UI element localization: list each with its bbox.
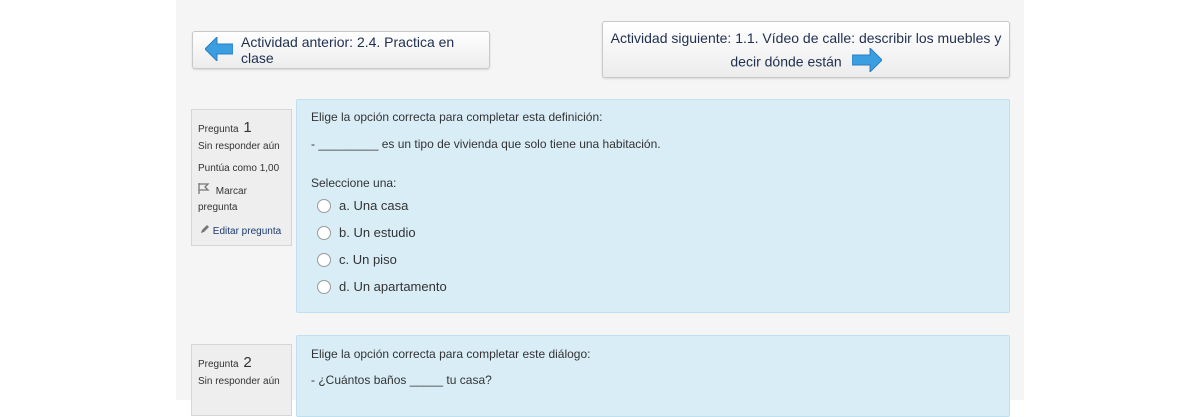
- question-1-number-label: Pregunta 1: [198, 119, 252, 136]
- question-2-content: Elige la opción correcta para completar …: [296, 335, 1010, 417]
- previous-activity-label: Actividad anterior: 2.4. Practica en cla…: [241, 34, 455, 66]
- question-prompt: Elige la opción correcta para completar …: [311, 110, 603, 124]
- question-text: - ¿Cuántos baños _____ tu casa?: [311, 373, 492, 387]
- pencil-icon: [200, 225, 213, 237]
- option-label: a. Una casa: [339, 198, 409, 213]
- question-number: 1: [243, 119, 252, 136]
- option-label: d. Un apartamento: [339, 279, 447, 294]
- flag-label-2: pregunta: [198, 202, 238, 213]
- question-2-number-label: Pregunta 2: [198, 354, 252, 371]
- radio-button[interactable]: [317, 225, 331, 240]
- option-a[interactable]: a. Una casa: [317, 198, 408, 213]
- option-d[interactable]: d. Un apartamento: [317, 279, 447, 294]
- option-c[interactable]: c. Un piso: [317, 252, 397, 267]
- question-state: Sin responder aún: [198, 376, 280, 387]
- flag-question-link[interactable]: Marcar pregunta: [198, 183, 247, 216]
- pregunta-label: Pregunta: [198, 124, 239, 135]
- select-one-label: Seleccione una:: [311, 176, 397, 190]
- question-1-content: Elige la opción correcta para completar …: [296, 99, 1010, 313]
- flag-icon: [198, 183, 213, 197]
- next-activity-label-line1: Actividad siguiente: 1.1. Vídeo de calle…: [610, 30, 1002, 46]
- question-1-info: Pregunta 1 Sin responder aún Puntúa como…: [191, 109, 292, 246]
- option-label: b. Un estudio: [339, 225, 416, 240]
- question-prompt: Elige la opción correcta para completar …: [311, 347, 591, 361]
- question-state: Sin responder aún: [198, 141, 280, 152]
- edit-question-label: Editar pregunta: [212, 226, 282, 237]
- next-activity-button[interactable]: Actividad siguiente: 1.1. Vídeo de calle…: [602, 21, 1010, 78]
- flag-label: Marcar: [215, 186, 247, 197]
- arrow-right-icon: [851, 46, 883, 78]
- question-number: 2: [243, 354, 252, 371]
- option-b[interactable]: b. Un estudio: [317, 225, 416, 240]
- next-activity-label-line2: decir dónde están: [730, 53, 842, 70]
- radio-button[interactable]: [317, 252, 331, 267]
- edit-question-link[interactable]: Editar pregunta: [200, 224, 281, 237]
- question-2-info: Pregunta 2 Sin responder aún: [191, 344, 292, 416]
- question-text: - _________ es un tipo de vivienda que s…: [311, 137, 661, 151]
- radio-button[interactable]: [317, 279, 331, 294]
- previous-activity-button[interactable]: Actividad anterior: 2.4. Practica en cla…: [192, 31, 490, 69]
- pregunta-label: Pregunta: [198, 359, 239, 370]
- option-label: c. Un piso: [339, 252, 397, 267]
- radio-button[interactable]: [317, 198, 331, 213]
- arrow-left-icon: [204, 35, 234, 64]
- question-marks: Puntúa como 1,00: [198, 163, 280, 174]
